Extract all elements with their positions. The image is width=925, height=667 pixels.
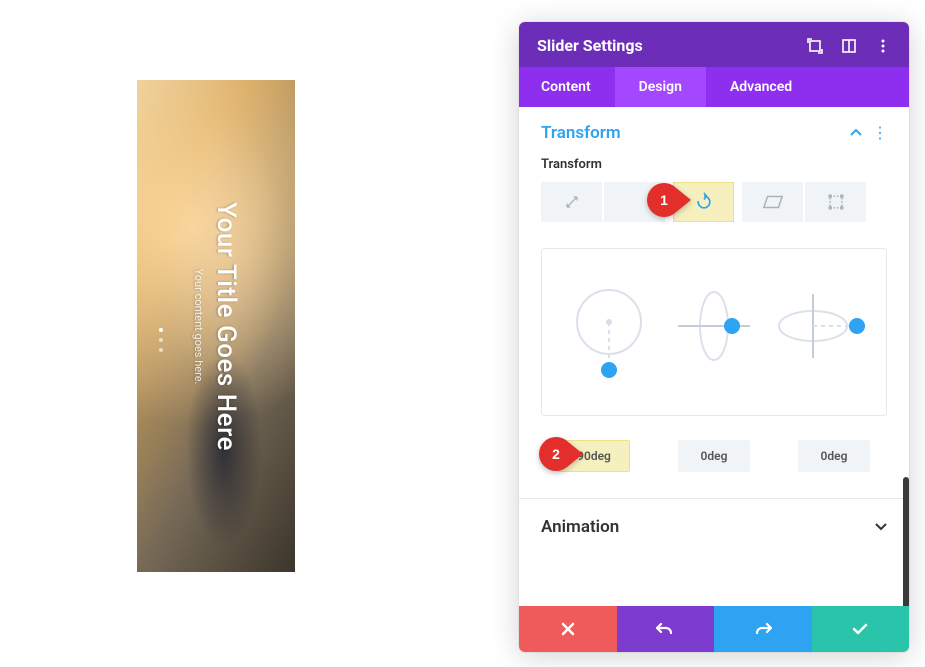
- kebab-menu-icon[interactable]: [875, 38, 891, 54]
- slider-title: Your Title Goes Here: [211, 202, 241, 451]
- transform-skew-button[interactable]: [742, 182, 803, 222]
- slider-preview-wrap: Your Title Goes Here Your content goes h…: [137, 80, 295, 572]
- rotate-x-value-input[interactable]: 0deg: [678, 440, 750, 472]
- redo-button[interactable]: [714, 606, 812, 652]
- transform-translate-button[interactable]: [604, 182, 665, 222]
- rotation-visualizer: [541, 248, 887, 416]
- animation-section-header[interactable]: Animation: [541, 499, 887, 557]
- rotate-y-control[interactable]: [773, 277, 865, 387]
- confirm-button[interactable]: [812, 606, 910, 652]
- panel-body: Transform ⋮ Transform 1: [519, 107, 909, 606]
- chevron-up-icon[interactable]: [850, 125, 862, 141]
- rotate-z-control[interactable]: [563, 277, 655, 387]
- transform-label: Transform: [541, 157, 887, 172]
- panel-tabs: Content Design Advanced: [519, 67, 909, 107]
- rotation-values-row: 2 90deg 0deg 0deg: [541, 440, 887, 472]
- transform-section-title[interactable]: Transform: [541, 123, 850, 143]
- panel-title: Slider Settings: [537, 36, 807, 55]
- slider-pagination-dots[interactable]: [159, 328, 163, 352]
- animation-section-title: Animation: [541, 517, 875, 537]
- cancel-button[interactable]: [519, 606, 617, 652]
- transform-section-header[interactable]: Transform ⋮: [541, 123, 887, 143]
- expand-icon[interactable]: [807, 38, 823, 54]
- undo-button[interactable]: [617, 606, 715, 652]
- panel-header: Slider Settings: [519, 22, 909, 67]
- columns-icon[interactable]: [841, 38, 857, 54]
- slider-preview[interactable]: Your Title Goes Here Your content goes h…: [137, 80, 295, 572]
- slider-subtitle: Your content goes here.: [192, 202, 205, 451]
- rotate-z-value-input[interactable]: 90deg: [558, 440, 630, 472]
- tab-advanced[interactable]: Advanced: [706, 67, 816, 107]
- settings-panel: Slider Settings Content Design Advanced …: [519, 22, 909, 652]
- transform-scale-button[interactable]: [541, 182, 602, 222]
- transform-origin-button[interactable]: [805, 182, 866, 222]
- panel-scrollbar[interactable]: [903, 477, 909, 606]
- panel-footer: [519, 606, 909, 652]
- slider-text-wrap: Your Title Goes Here Your content goes h…: [192, 202, 241, 451]
- transform-toolbar: 1: [541, 182, 887, 222]
- section-kebab-menu-icon[interactable]: ⋮: [872, 125, 887, 141]
- chevron-down-icon: [875, 519, 887, 535]
- panel-header-icons: [807, 38, 891, 54]
- rotate-y-value-input[interactable]: 0deg: [798, 440, 870, 472]
- tab-content[interactable]: Content: [519, 67, 615, 107]
- tab-design[interactable]: Design: [615, 67, 706, 107]
- rotate-x-control[interactable]: [668, 277, 760, 387]
- transform-rotate-button[interactable]: [673, 182, 734, 222]
